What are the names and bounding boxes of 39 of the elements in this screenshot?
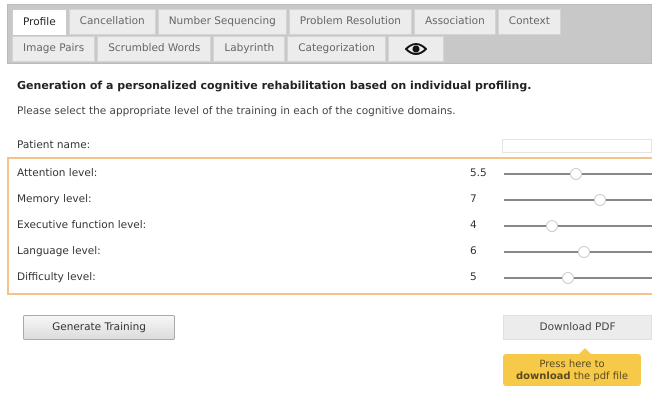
tab[interactable]: Context xyxy=(498,9,561,35)
slider-thumb[interactable] xyxy=(578,246,590,258)
slider-thumb[interactable] xyxy=(594,194,606,206)
slider-thumb[interactable] xyxy=(570,168,582,180)
tab[interactable]: Image Pairs xyxy=(12,36,96,62)
level-value: 7 xyxy=(470,192,478,208)
level-value: 5.5 xyxy=(470,166,488,182)
level-slider[interactable] xyxy=(504,246,652,258)
level-label: Language level: xyxy=(17,244,102,260)
slider-thumb[interactable] xyxy=(562,272,574,284)
page-heading: Generation of a personalized cognitive rehabilitation based on individual profiling. xyxy=(17,78,532,94)
download-pdf-button[interactable]: Download PDF xyxy=(503,315,652,340)
tab[interactable]: Categorization xyxy=(287,36,386,62)
tooltip: Press here to download the pdf file xyxy=(503,354,641,386)
level-value: 6 xyxy=(470,244,478,260)
level-label: Attention level: xyxy=(17,166,98,182)
level-value: 4 xyxy=(470,218,478,234)
tab[interactable]: Association xyxy=(414,9,496,35)
level-label: Difficulty level: xyxy=(17,270,97,286)
level-label: Executive function level: xyxy=(17,218,148,234)
tab[interactable]: Cancellation xyxy=(68,9,156,35)
level-slider[interactable] xyxy=(504,194,652,206)
tab[interactable]: Problem Resolution xyxy=(288,9,412,35)
field-label: Patient name: xyxy=(17,138,92,154)
generate-training-button[interactable]: Generate Training xyxy=(23,315,175,340)
slider-thumb[interactable] xyxy=(546,220,558,232)
tab[interactable]: Profile xyxy=(12,9,67,35)
eye-icon xyxy=(404,42,427,56)
level-slider[interactable] xyxy=(504,220,652,232)
level-label: Memory level: xyxy=(17,192,93,208)
tab[interactable]: Labyrinth xyxy=(213,36,286,62)
tab[interactable]: Number Sequencing xyxy=(158,9,287,35)
level-slider[interactable] xyxy=(504,168,652,180)
patient-name-field[interactable] xyxy=(502,139,652,154)
instructions-text: Please select the appropriate level of the training in each of the cognitive domains. xyxy=(17,104,457,118)
level-value: 5 xyxy=(470,270,478,286)
tab[interactable]: Scrumbled Words xyxy=(97,36,212,62)
level-slider[interactable] xyxy=(504,272,652,284)
eye-tab[interactable] xyxy=(388,36,444,62)
